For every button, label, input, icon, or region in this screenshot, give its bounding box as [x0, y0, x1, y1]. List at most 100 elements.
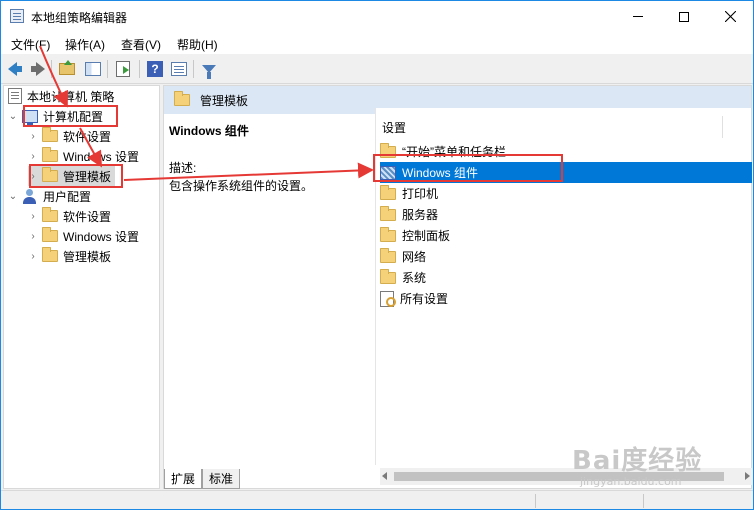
toolbar: ?: [1, 54, 753, 84]
folder-icon: [42, 147, 58, 162]
forward-arrow-icon: [30, 62, 45, 76]
help-button[interactable]: ?: [145, 59, 165, 79]
close-icon: [724, 11, 736, 22]
tab-standard[interactable]: 标准: [202, 469, 241, 489]
tree-item-user-admin-templates[interactable]: › 管理模板: [28, 246, 111, 266]
toolbar-separator: [51, 60, 52, 78]
group-policy-editor-window: 本地组策略编辑器 文件(F) 操作(A) 查看(V) 帮助(H) ? 本地计算机…: [0, 0, 754, 510]
user-icon: [22, 188, 38, 204]
chevron-right-icon[interactable]: ›: [28, 251, 38, 262]
menu-file[interactable]: 文件(F): [11, 36, 50, 53]
list-item-all-settings[interactable]: 所有设置: [380, 288, 752, 309]
tree-item-label: 软件设置: [63, 209, 112, 224]
folder-icon: [42, 207, 58, 222]
tree-item-windows-settings[interactable]: › Windows 设置: [28, 146, 139, 166]
status-divider: [643, 494, 644, 508]
folder-icon: [42, 247, 58, 262]
list-item-label: 控制面板: [402, 229, 451, 243]
forward-button[interactable]: [27, 59, 47, 79]
list-item-label: 系统: [402, 271, 427, 285]
tree-item-label: 本地计算机 策略: [27, 89, 115, 104]
console-tree-icon: [85, 62, 101, 76]
annotation-box-computer-config: [23, 105, 118, 127]
list-item-system[interactable]: 系统: [380, 267, 752, 288]
export-list-button[interactable]: [113, 59, 133, 79]
menu-help[interactable]: 帮助(H): [177, 36, 218, 53]
list-item-label: 所有设置: [400, 292, 449, 306]
chevron-down-icon[interactable]: ⌄: [8, 191, 18, 202]
back-arrow-icon: [7, 62, 22, 76]
description-title: Windows 组件: [169, 124, 249, 138]
chevron-right-icon[interactable]: ›: [28, 151, 38, 162]
menu-bar: 文件(F) 操作(A) 查看(V) 帮助(H): [1, 32, 753, 54]
export-icon: [116, 61, 130, 77]
folder-icon: [42, 127, 58, 142]
tree-item-user-software-settings[interactable]: › 软件设置: [28, 206, 111, 226]
column-divider[interactable]: [722, 116, 723, 138]
watermark-main: Bai度经验: [572, 446, 703, 476]
list-item-label: 服务器: [402, 208, 439, 222]
show-hide-tree-button[interactable]: [83, 59, 103, 79]
tab-extended[interactable]: 扩展: [164, 469, 203, 489]
policy-icon: [8, 88, 22, 104]
minimize-button[interactable]: [615, 1, 661, 32]
toolbar-separator: [193, 60, 194, 78]
baidu-watermark: Bai度经验 jingyan.baidu.com: [572, 440, 702, 488]
list-item-network[interactable]: 网络: [380, 246, 752, 267]
folder-icon: [380, 268, 396, 284]
status-divider: [535, 494, 536, 508]
folder-icon: [380, 205, 396, 221]
tree-item-label: 软件设置: [63, 129, 112, 144]
tree-item-label: 用户配置: [43, 189, 92, 204]
filter-button[interactable]: [199, 59, 219, 79]
annotation-box-windows-components: [373, 154, 563, 182]
scroll-left-icon[interactable]: [382, 472, 387, 480]
tree-item-user-windows-settings[interactable]: › Windows 设置: [28, 226, 139, 246]
tree-item-label: Windows 设置: [63, 149, 140, 164]
maximize-button[interactable]: [661, 1, 707, 32]
details-header-title: 管理模板: [200, 93, 249, 108]
close-button[interactable]: [707, 1, 753, 32]
app-icon: [10, 9, 24, 23]
maximize-icon: [679, 11, 689, 22]
folder-icon: [380, 247, 396, 263]
list-item-server[interactable]: 服务器: [380, 204, 752, 225]
properties-button[interactable]: [169, 59, 189, 79]
annotation-box-admin-templates: [29, 164, 123, 188]
list-item-control-panel[interactable]: 控制面板: [380, 225, 752, 246]
description-label: 描述:: [169, 161, 197, 175]
status-bar: [1, 490, 753, 509]
folder-icon: [174, 91, 190, 106]
description-text: 包含操作系统组件的设置。: [169, 179, 314, 193]
list-item-label: 网络: [402, 250, 427, 264]
back-button[interactable]: [5, 59, 25, 79]
all-settings-icon: [380, 290, 396, 307]
properties-icon: [171, 62, 187, 76]
chevron-right-icon[interactable]: ›: [28, 131, 38, 142]
scroll-right-icon[interactable]: [745, 472, 750, 480]
folder-icon: [380, 184, 396, 200]
title-bar[interactable]: 本地组策略编辑器: [1, 1, 753, 32]
menu-view[interactable]: 查看(V): [121, 36, 161, 53]
filter-icon: [202, 65, 216, 79]
tree-item-user-config[interactable]: ⌄ 用户配置: [8, 186, 91, 206]
chevron-right-icon[interactable]: ›: [28, 211, 38, 222]
folder-icon: [380, 226, 396, 242]
tree-item-label: 管理模板: [63, 249, 112, 264]
chevron-right-icon[interactable]: ›: [28, 231, 38, 242]
minimize-icon: [633, 16, 643, 17]
window-title: 本地组策略编辑器: [31, 11, 128, 25]
console-tree: 本地计算机 策略 ⌄ 计算机配置 › 软件设置 › Windows 设置 › 管…: [3, 85, 160, 489]
folder-icon: [42, 227, 58, 242]
chevron-down-icon[interactable]: ⌄: [8, 111, 18, 122]
column-header-setting[interactable]: 设置: [376, 116, 716, 138]
up-level-button[interactable]: [57, 59, 77, 79]
menu-action[interactable]: 操作(A): [65, 36, 105, 53]
help-icon: ?: [147, 61, 163, 77]
details-pane: 管理模板 Windows 组件 描述: 包含操作系统组件的设置。 设置 “开始”…: [163, 85, 752, 489]
tree-item-label: Windows 设置: [63, 229, 140, 244]
list-item-printers[interactable]: 打印机: [380, 183, 752, 204]
tree-item-software-settings[interactable]: › 软件设置: [28, 126, 111, 146]
tree-item-local-computer-policy[interactable]: 本地计算机 策略: [8, 86, 114, 106]
toolbar-separator: [107, 60, 108, 78]
